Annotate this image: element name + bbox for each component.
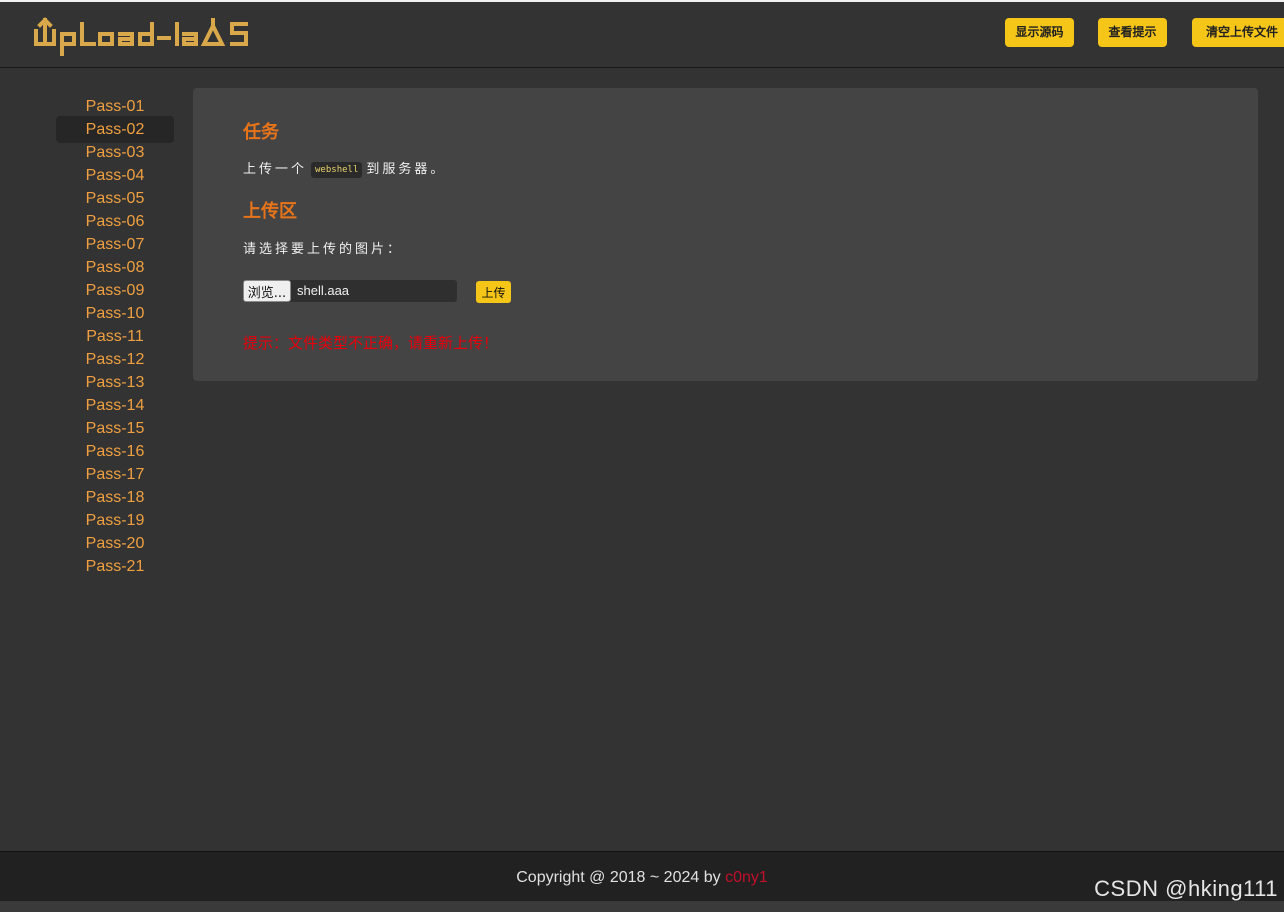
task-description: 上传一个 webshell 到服务器。 bbox=[243, 158, 446, 178]
sidebar-item-pass-10[interactable]: Pass-10 bbox=[56, 302, 174, 325]
upload-button[interactable]: 上传 bbox=[476, 281, 511, 303]
sidebar-item-pass-19[interactable]: Pass-19 bbox=[56, 509, 174, 532]
header: 显示源码 查看提示 清空上传文件 bbox=[0, 2, 1284, 68]
sidebar-item-pass-14[interactable]: Pass-14 bbox=[56, 394, 174, 417]
copyright-text: Copyright @ 2018 ~ 2024 by c0ny1 bbox=[0, 869, 1284, 887]
sidebar-item-pass-09[interactable]: Pass-09 bbox=[56, 279, 174, 302]
sidebar-item-pass-07[interactable]: Pass-07 bbox=[56, 233, 174, 256]
sidebar-item-pass-08[interactable]: Pass-08 bbox=[56, 256, 174, 279]
upload-labs-logo[interactable] bbox=[32, 14, 262, 56]
sidebar-item-pass-03[interactable]: Pass-03 bbox=[56, 141, 174, 164]
sidebar-item-pass-04[interactable]: Pass-04 bbox=[56, 164, 174, 187]
file-input[interactable]: 浏览... shell.aaa bbox=[243, 280, 457, 302]
upload-heading: 上传区 bbox=[243, 201, 297, 222]
copyright-label: Copyright @ 2018 ~ 2024 by bbox=[516, 869, 721, 886]
sidebar-item-pass-11[interactable]: Pass-11 bbox=[56, 325, 174, 348]
sidebar-item-pass-21[interactable]: Pass-21 bbox=[56, 555, 174, 578]
footer: Copyright @ 2018 ~ 2024 by c0ny1 bbox=[0, 851, 1284, 902]
watermark: CSDN @hking111 bbox=[1094, 876, 1278, 901]
sidebar-item-pass-06[interactable]: Pass-06 bbox=[56, 210, 174, 233]
page: 显示源码 查看提示 清空上传文件 Pass-01 Pass-02 Pass-03 Pa… bbox=[0, 0, 1284, 912]
show-source-button[interactable]: 显示源码 bbox=[1005, 18, 1074, 47]
sidebar-item-pass-05[interactable]: Pass-05 bbox=[56, 187, 174, 210]
main-panel: 任务 上传一个 webshell 到服务器。 上传区 请选择要上传的图片： 浏览..… bbox=[193, 88, 1258, 381]
sidebar-nav: Pass-01 Pass-02 Pass-03 Pass-04 Pass-05 Pass-… bbox=[56, 95, 174, 578]
webshell-code: webshell bbox=[311, 161, 363, 178]
sidebar-item-pass-15[interactable]: Pass-15 bbox=[56, 417, 174, 440]
sidebar-item-pass-16[interactable]: Pass-16 bbox=[56, 440, 174, 463]
sidebar-item-pass-12[interactable]: Pass-12 bbox=[56, 348, 174, 371]
sidebar-item-pass-02[interactable]: Pass-02 bbox=[56, 116, 174, 143]
view-hint-button[interactable]: 查看提示 bbox=[1098, 18, 1167, 47]
task-text-after: 到服务器。 bbox=[366, 162, 447, 177]
clear-uploads-button[interactable]: 清空上传文件 bbox=[1192, 18, 1284, 47]
browse-button[interactable]: 浏览... bbox=[243, 280, 291, 302]
sidebar-item-pass-13[interactable]: Pass-13 bbox=[56, 371, 174, 394]
sidebar-item-pass-17[interactable]: Pass-17 bbox=[56, 463, 174, 486]
selected-file-name: shell.aaa bbox=[297, 283, 350, 298]
author-link[interactable]: c0ny1 bbox=[725, 869, 768, 886]
bottom-bar bbox=[0, 901, 1284, 912]
task-heading: 任务 bbox=[243, 122, 279, 143]
upload-prompt: 请选择要上传的图片： bbox=[243, 242, 404, 257]
sidebar-item-pass-20[interactable]: Pass-20 bbox=[56, 532, 174, 555]
sidebar-item-pass-18[interactable]: Pass-18 bbox=[56, 486, 174, 509]
error-message: 提示：文件类型不正确，请重新上传！ bbox=[243, 334, 499, 352]
task-text-before: 上传一个 bbox=[243, 162, 308, 177]
sidebar-item-pass-01[interactable]: Pass-01 bbox=[56, 95, 174, 118]
